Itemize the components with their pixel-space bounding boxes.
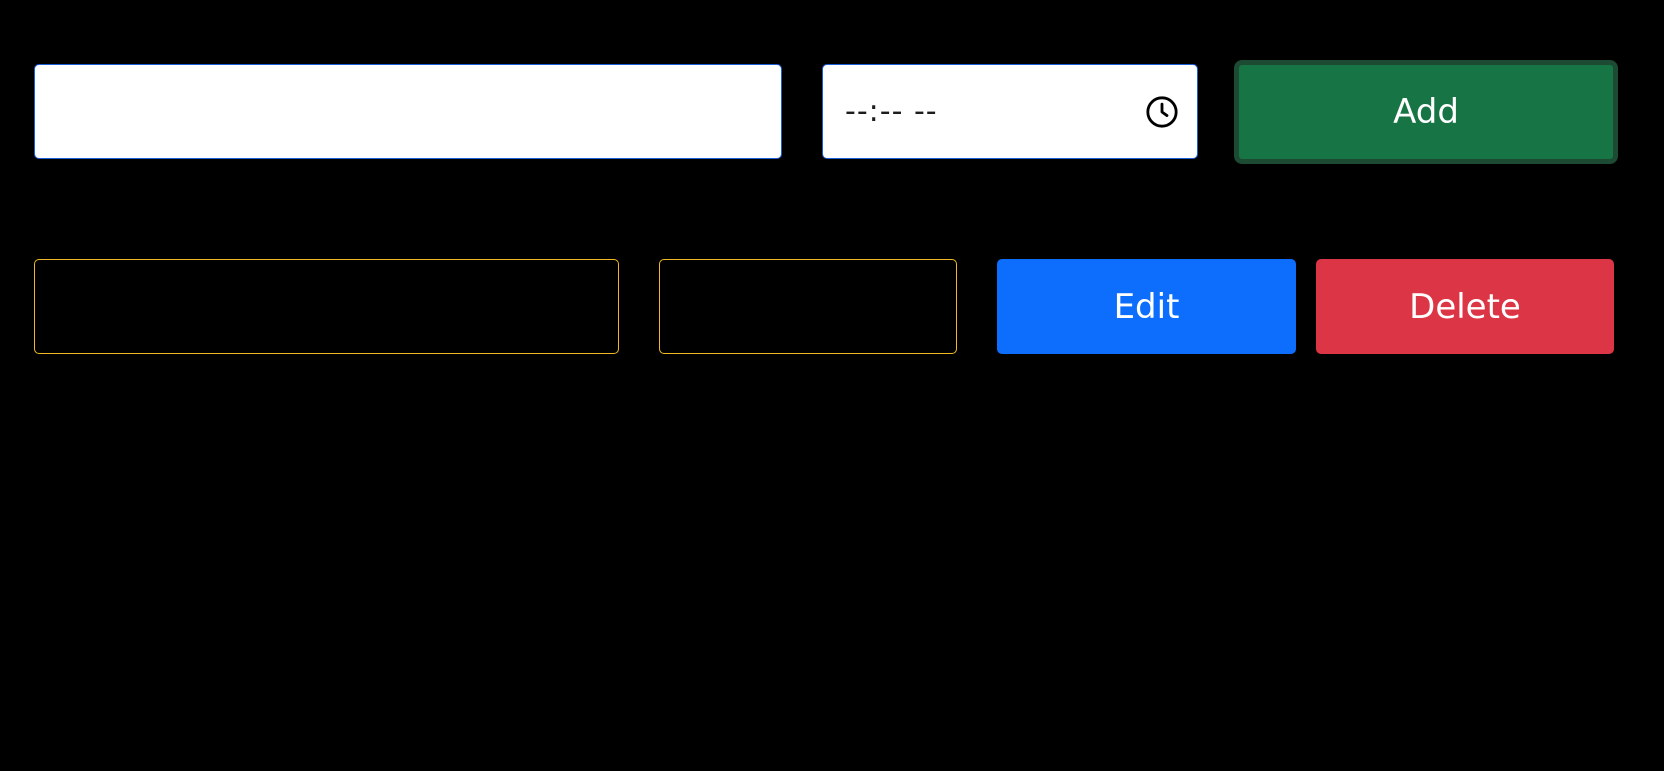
time-input-placeholder: --:-- -- bbox=[845, 94, 938, 129]
time-input[interactable]: --:-- -- bbox=[822, 64, 1198, 159]
task-time-field[interactable] bbox=[659, 259, 957, 354]
clock-icon[interactable] bbox=[1145, 95, 1179, 129]
task-text-field[interactable] bbox=[34, 259, 619, 354]
add-button[interactable]: Add bbox=[1234, 60, 1618, 164]
edit-button[interactable]: Edit bbox=[997, 259, 1296, 354]
delete-button[interactable]: Delete bbox=[1316, 259, 1614, 354]
task-input[interactable] bbox=[34, 64, 782, 159]
